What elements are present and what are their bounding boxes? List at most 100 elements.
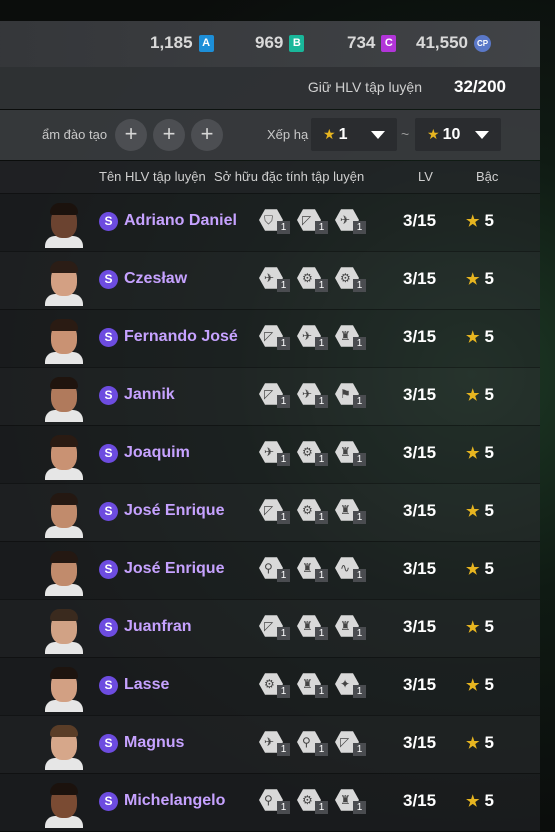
training-trait-icon[interactable]: ⚲ 1: [259, 554, 297, 584]
training-trait-icon[interactable]: ◸ 1: [335, 728, 373, 758]
training-trait-icon[interactable]: ✈ 1: [259, 728, 297, 758]
training-trait-icon[interactable]: ♜ 1: [335, 322, 373, 352]
coach-name[interactable]: Adriano Daniel: [124, 212, 237, 230]
table-row[interactable]: S Lasse ⚙ 1 ♜ 1 ✦ 1 3/15 ★ 5: [0, 657, 540, 715]
grade-value: 5: [484, 559, 494, 578]
coach-storage-bar: Giữ HLV tập luyện 32/200: [0, 67, 540, 109]
training-trait-icon[interactable]: ✈ 1: [259, 264, 297, 294]
table-row[interactable]: S Jannik ◸ 1 ✈ 1 ⚑ 1 3/15 ★ 5: [0, 367, 540, 425]
trait-glyph: ✦: [340, 677, 351, 691]
coach-name[interactable]: Michelangelo: [124, 792, 225, 810]
training-trait-icon[interactable]: ⚙ 1: [297, 496, 335, 526]
avatar: [44, 376, 84, 422]
training-trait-icon[interactable]: ⚲ 1: [297, 728, 335, 758]
coach-name[interactable]: Juanfran: [124, 618, 192, 636]
training-trait-icon[interactable]: ⚙ 1: [335, 264, 373, 294]
table-row[interactable]: S José Enrique ◸ 1 ⚙ 1 ♜ 1 3/15 ★ 5: [0, 483, 540, 541]
trait-list: ◸ 1 ✈ 1 ♜ 1: [259, 322, 373, 352]
trait-glyph: ⚙: [302, 503, 313, 517]
currency-cp-icon: CP: [474, 34, 491, 52]
coach-name[interactable]: Joaquim: [124, 444, 190, 462]
trait-level: 1: [277, 743, 290, 756]
trait-glyph: ♜: [340, 329, 351, 343]
grade-value: 5: [484, 617, 494, 636]
trait-level: 1: [353, 453, 366, 466]
currency-c: 734 C: [347, 33, 397, 53]
training-trait-icon[interactable]: ⛉ 1: [259, 206, 297, 236]
trait-level: 1: [353, 279, 366, 292]
table-row[interactable]: S Juanfran ◸ 1 ♜ 1 ♜ 1 3/15 ★ 5: [0, 599, 540, 657]
table-row[interactable]: S Michelangelo ⚲ 1 ⚙ 1 ♜ 1 3/15 ★ 5: [0, 773, 540, 831]
range-separator: ~: [401, 126, 410, 142]
star-icon: ★: [466, 445, 480, 462]
trait-level: 1: [353, 337, 366, 350]
coach-level: 3/15: [403, 733, 437, 752]
avatar-hair: [50, 493, 78, 505]
coach-name[interactable]: José Enrique: [124, 560, 224, 578]
trait-level: 1: [277, 279, 290, 292]
trait-list: ◸ 1 ⚙ 1 ♜ 1: [259, 496, 373, 526]
training-trait-icon[interactable]: ◸ 1: [297, 206, 335, 236]
add-training-slot-2-button[interactable]: +: [153, 119, 185, 151]
trait-level: 1: [315, 569, 328, 582]
training-trait-icon[interactable]: ⚑ 1: [335, 380, 373, 410]
training-trait-icon[interactable]: ⚙ 1: [297, 264, 335, 294]
trait-level: 1: [315, 627, 328, 640]
grade-value: 5: [484, 501, 494, 520]
avatar: [44, 202, 84, 248]
table-row[interactable]: S Czesław ✈ 1 ⚙ 1 ⚙ 1 3/15 ★ 5: [0, 251, 540, 309]
trait-level: 1: [277, 221, 290, 234]
training-trait-icon[interactable]: ♜ 1: [335, 786, 373, 816]
coach-name[interactable]: José Enrique: [124, 502, 224, 520]
coach-name[interactable]: Lasse: [124, 676, 169, 694]
training-trait-icon[interactable]: ⚙ 1: [297, 438, 335, 468]
coach-name[interactable]: Jannik: [124, 386, 175, 404]
training-trait-icon[interactable]: ◸ 1: [259, 380, 297, 410]
table-row[interactable]: S Fernando José ◸ 1 ✈ 1 ♜ 1 3/15 ★ 5: [0, 309, 540, 367]
coach-name[interactable]: Czesław: [124, 270, 187, 288]
training-trait-icon[interactable]: ✈ 1: [259, 438, 297, 468]
table-row[interactable]: S José Enrique ⚲ 1 ♜ 1 ∿ 1 3/15 ★ 5: [0, 541, 540, 599]
rank-max-select[interactable]: ★ 10: [415, 118, 501, 151]
rarity-badge: S: [99, 502, 118, 521]
column-lv: LV: [418, 169, 433, 184]
trait-glyph: ✈: [264, 445, 275, 459]
training-trait-icon[interactable]: ♜ 1: [297, 670, 335, 700]
training-trait-icon[interactable]: ♜ 1: [297, 554, 335, 584]
training-trait-icon[interactable]: ⚲ 1: [259, 786, 297, 816]
avatar: [44, 782, 84, 828]
training-trait-icon[interactable]: ♜ 1: [335, 496, 373, 526]
add-training-slot-3-button[interactable]: +: [191, 119, 223, 151]
training-trait-icon[interactable]: ◸ 1: [259, 322, 297, 352]
trait-glyph: ♜: [302, 561, 313, 575]
training-trait-icon[interactable]: ✈ 1: [335, 206, 373, 236]
add-training-slot-1-button[interactable]: +: [115, 119, 147, 151]
training-trait-icon[interactable]: ✈ 1: [297, 380, 335, 410]
trait-glyph: ◸: [264, 503, 274, 517]
trait-glyph: ✈: [264, 271, 275, 285]
trait-level: 1: [277, 685, 290, 698]
trait-glyph: ♜: [302, 619, 313, 633]
table-row[interactable]: S Magnus ✈ 1 ⚲ 1 ◸ 1 3/15 ★ 5: [0, 715, 540, 773]
rarity-badge: S: [99, 560, 118, 579]
training-trait-icon[interactable]: ♜ 1: [335, 612, 373, 642]
rank-min-select[interactable]: ★ 1: [311, 118, 397, 151]
training-trait-icon[interactable]: ∿ 1: [335, 554, 373, 584]
table-row[interactable]: S Adriano Daniel ⛉ 1 ◸ 1 ✈ 1 3/15 ★ 5: [0, 193, 540, 251]
training-trait-icon[interactable]: ⚙ 1: [297, 786, 335, 816]
table-row[interactable]: S Joaquim ✈ 1 ⚙ 1 ♜ 1 3/15 ★ 5: [0, 425, 540, 483]
coach-name[interactable]: Magnus: [124, 734, 184, 752]
training-trait-icon[interactable]: ✦ 1: [335, 670, 373, 700]
coach-panel: 1,185 A 969 B 734 C 41,550 CP Giữ HLV tậ…: [0, 0, 540, 832]
training-trait-icon[interactable]: ⚙ 1: [259, 670, 297, 700]
training-trait-icon[interactable]: ♜ 1: [335, 438, 373, 468]
training-trait-icon[interactable]: ◸ 1: [259, 496, 297, 526]
training-trait-icon[interactable]: ♜ 1: [297, 612, 335, 642]
avatar-hair: [50, 435, 78, 447]
grade-value: 5: [484, 443, 494, 462]
avatar-hair: [50, 551, 78, 563]
training-trait-icon[interactable]: ✈ 1: [297, 322, 335, 352]
coach-name[interactable]: Fernando José: [124, 328, 238, 346]
training-trait-icon[interactable]: ◸ 1: [259, 612, 297, 642]
table-header: Tên HLV tập luyện Sở hữu đặc tính tập lu…: [0, 161, 540, 193]
